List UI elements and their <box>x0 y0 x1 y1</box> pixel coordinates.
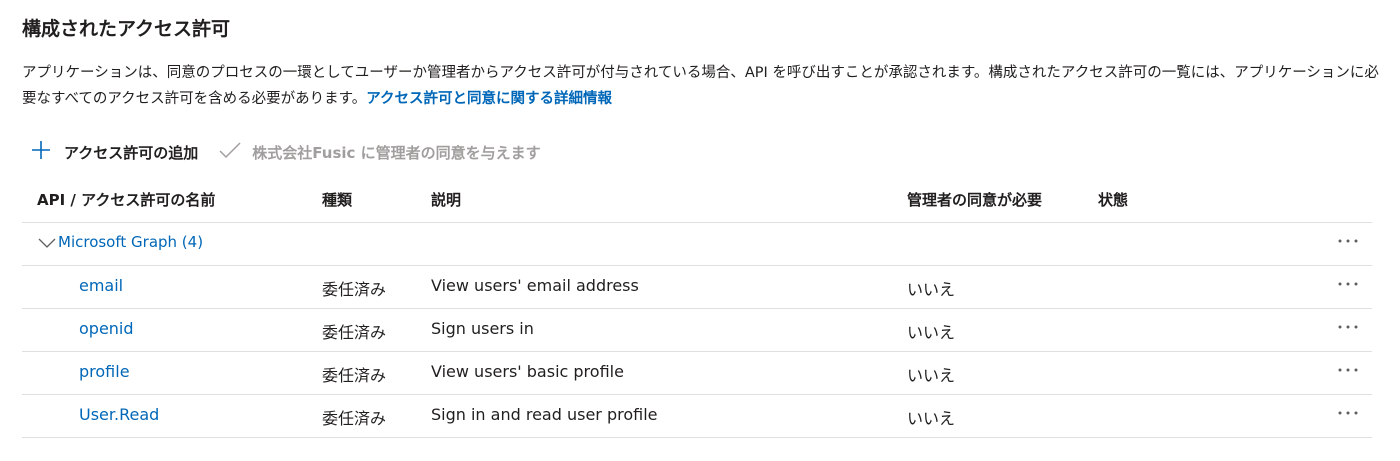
page-title: 構成されたアクセス許可 <box>22 18 231 40</box>
table-header: API / アクセス許可の名前 種類 説明 管理者の同意が必要 状態 <box>22 178 1372 223</box>
permissions-consent-link[interactable]: アクセス許可と同意に関する詳細情報 <box>366 91 612 107</box>
more-options-icon[interactable] <box>1336 231 1360 251</box>
table-row: email 委任済み View users' email address いいえ <box>22 266 1372 309</box>
group-row-microsoft-graph[interactable]: Microsoft Graph (4) <box>22 223 1372 266</box>
permission-name-link[interactable]: email <box>79 276 123 295</box>
column-header-description[interactable]: 説明 <box>431 189 461 210</box>
permission-description: Sign in and read user profile <box>431 405 658 424</box>
chevron-down-icon[interactable] <box>37 235 57 254</box>
more-options-icon[interactable] <box>1336 403 1360 423</box>
permission-type: 委任済み <box>322 280 387 299</box>
permission-name-link[interactable]: User.Read <box>79 405 159 424</box>
plus-icon <box>30 139 56 165</box>
permission-description: Sign users in <box>431 319 534 338</box>
add-permission-label: アクセス許可の追加 <box>64 143 199 162</box>
toolbar: アクセス許可の追加 株式会社Fusic に管理者の同意を与えます <box>30 138 541 166</box>
permissions-description: アプリケーションは、同意のプロセスの一環としてユーザーか管理者からアクセス許可が… <box>22 60 1392 112</box>
description-text: アプリケーションは、同意のプロセスの一環としてユーザーか管理者からアクセス許可が… <box>22 65 1379 107</box>
column-header-api[interactable]: API / アクセス許可の名前 <box>37 189 215 210</box>
permission-name-link[interactable]: openid <box>79 319 134 338</box>
table-row: profile 委任済み View users' basic profile い… <box>22 352 1372 395</box>
permissions-table: API / アクセス許可の名前 種類 説明 管理者の同意が必要 状態 Micro… <box>22 178 1372 438</box>
permission-type: 委任済み <box>322 323 387 342</box>
more-options-icon[interactable] <box>1336 317 1360 337</box>
column-header-admin-consent[interactable]: 管理者の同意が必要 <box>907 189 1042 210</box>
checkmark-icon <box>218 139 244 165</box>
configured-permissions-panel: 構成されたアクセス許可 アプリケーションは、同意のプロセスの一環としてユーザーか… <box>0 0 1400 461</box>
group-label[interactable]: Microsoft Graph (4) <box>58 233 203 251</box>
admin-consent-required: いいえ <box>907 280 956 299</box>
admin-consent-required: いいえ <box>907 366 956 385</box>
permission-type: 委任済み <box>322 366 387 385</box>
permission-description: View users' basic profile <box>431 362 624 381</box>
table-row: User.Read 委任済み Sign in and read user pro… <box>22 395 1372 438</box>
admin-consent-required: いいえ <box>907 323 956 342</box>
permission-name-link[interactable]: profile <box>79 362 130 381</box>
permission-description: View users' email address <box>431 276 639 295</box>
admin-consent-required: いいえ <box>907 409 956 428</box>
permission-type: 委任済み <box>322 409 387 428</box>
column-header-status[interactable]: 状態 <box>1098 189 1128 210</box>
grant-admin-consent-label: 株式会社Fusic に管理者の同意を与えます <box>252 143 541 162</box>
more-options-icon[interactable] <box>1336 274 1360 294</box>
column-header-type[interactable]: 種類 <box>322 189 352 210</box>
grant-admin-consent-button[interactable]: 株式会社Fusic に管理者の同意を与えます <box>218 139 541 165</box>
table-row: openid 委任済み Sign users in いいえ <box>22 309 1372 352</box>
add-permission-button[interactable]: アクセス許可の追加 <box>30 139 198 165</box>
more-options-icon[interactable] <box>1336 360 1360 380</box>
